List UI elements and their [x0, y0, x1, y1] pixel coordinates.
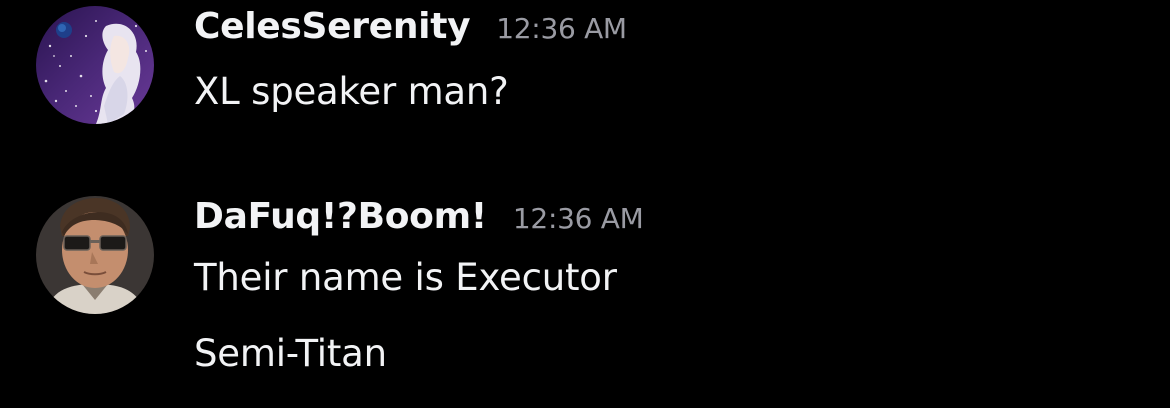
message-text: Their name is Executor: [194, 256, 617, 299]
avatar[interactable]: [36, 6, 154, 124]
message-header: CelesSerenity 12:36 AM: [194, 6, 627, 50]
username[interactable]: CelesSerenity: [194, 6, 471, 47]
anime-girl-avatar-icon: [36, 6, 154, 124]
timestamp: 12:36 AM: [496, 12, 627, 45]
man-with-sunglasses-avatar-icon: [36, 196, 154, 314]
timestamp: 12:36 AM: [512, 202, 644, 235]
username[interactable]: DaFuq!?Boom!: [194, 196, 487, 237]
message-text: XL speaker man?: [194, 70, 509, 113]
avatar[interactable]: [36, 196, 154, 314]
message-text: Semi-Titan: [194, 332, 387, 375]
message-header: DaFuq!?Boom! 12:36 AM: [194, 196, 644, 240]
